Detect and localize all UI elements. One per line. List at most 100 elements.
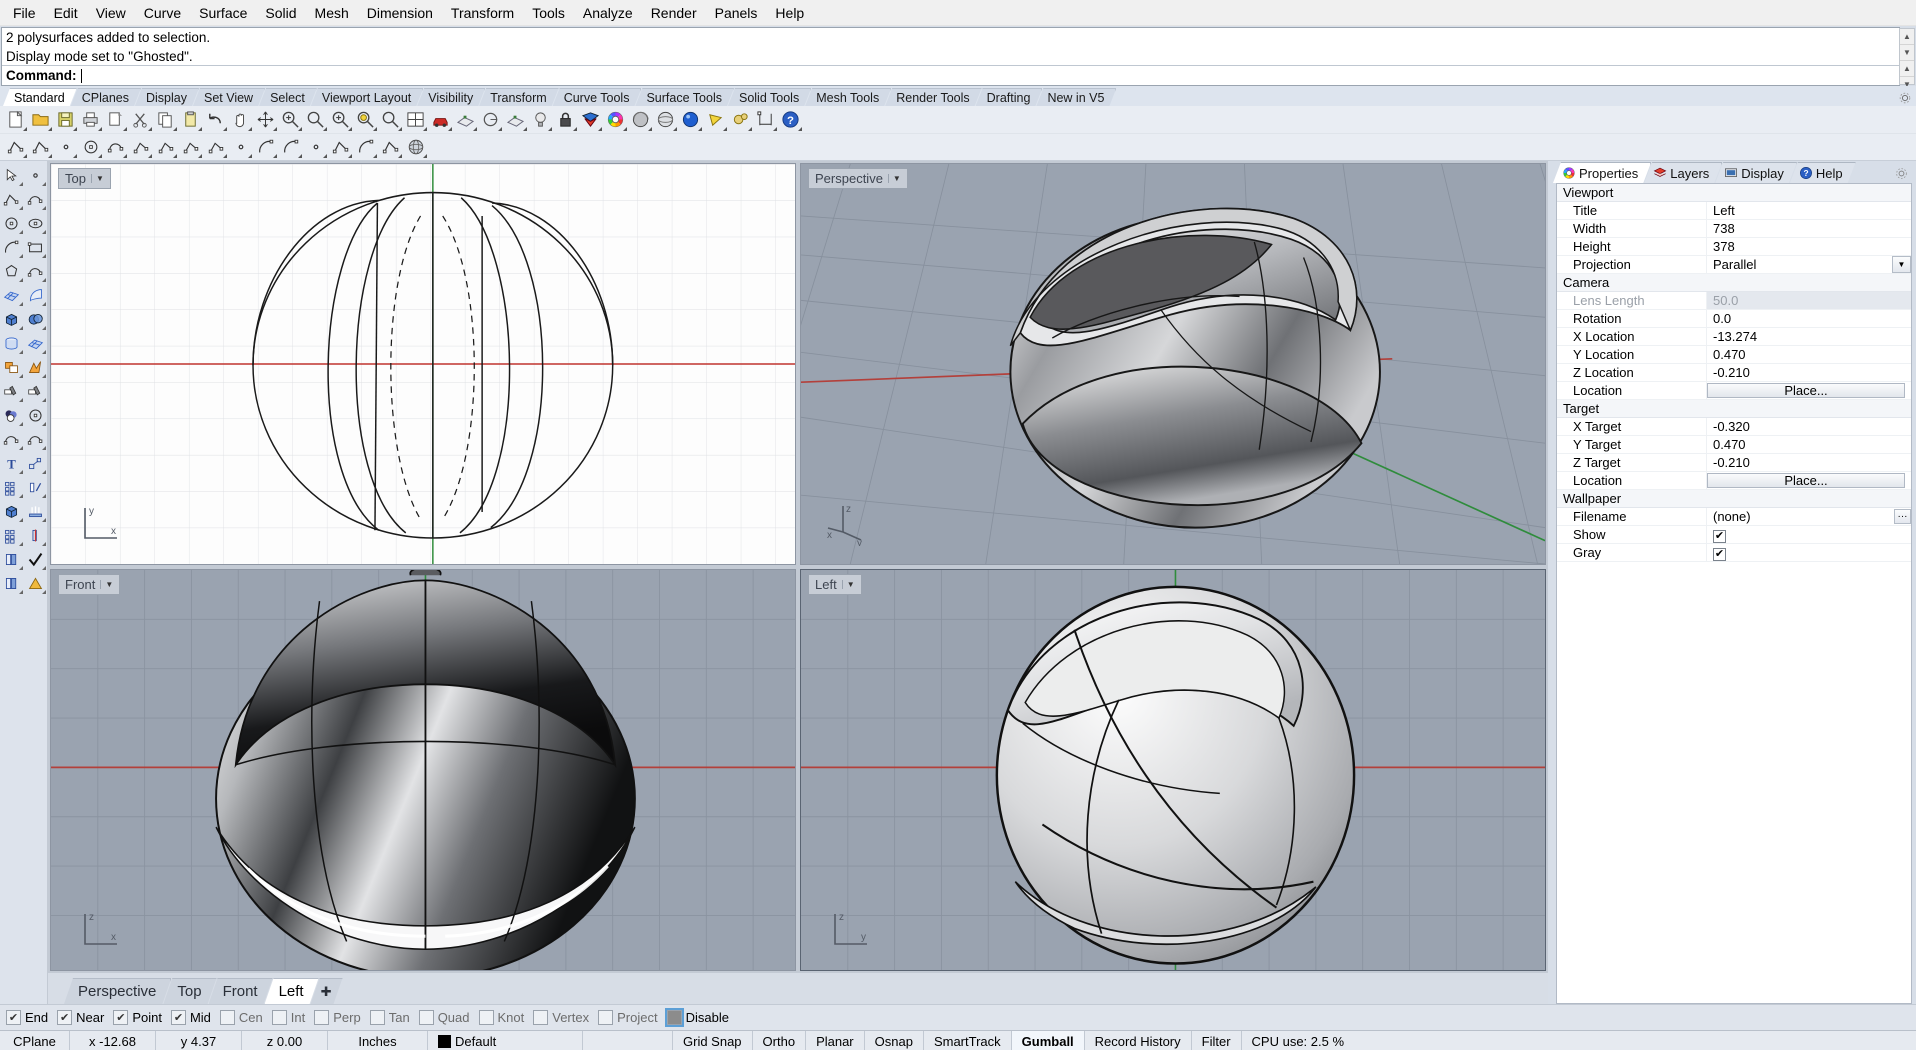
lock-button[interactable] [553,108,578,132]
render-gold-tool[interactable] [24,571,48,595]
fillet-curve-tool[interactable] [0,427,24,451]
property-value[interactable]: Place... [1707,472,1911,489]
osnap-checkbox[interactable]: ✔ [170,1010,186,1025]
tangent-line-button[interactable] [328,135,353,159]
zoom-dynamic-button[interactable] [303,108,328,132]
property-value[interactable]: -0.320 [1707,418,1911,435]
triangle-button[interactable] [178,135,203,159]
box-tool[interactable] [0,307,24,331]
boolean-spheres-tool[interactable] [0,403,24,427]
toolbar-tab-surface-tools[interactable]: Surface Tools [635,88,734,106]
osnap-checkbox[interactable]: ✔ [6,1010,21,1025]
ellipse-tool[interactable] [24,211,48,235]
status-toggle-smarttrack[interactable]: SmartTrack [924,1031,1012,1050]
property-checkbox[interactable]: ✔ [1713,530,1726,543]
property-value[interactable]: Place... [1707,382,1911,399]
two-point-button[interactable] [228,135,253,159]
gear-icon[interactable] [1895,167,1908,180]
chevron-down-icon[interactable]: ▼ [90,174,108,183]
chevron-down-icon[interactable]: ▼ [100,580,117,589]
explode-tool[interactable] [24,355,48,379]
property-value[interactable]: (none) ··· [1707,508,1911,525]
menu-item-render[interactable]: Render [642,2,706,24]
grid-array-tool[interactable] [0,523,24,547]
curve-tool[interactable] [24,187,48,211]
mirror-tool[interactable] [24,523,48,547]
property-value[interactable]: -0.210 [1707,454,1911,471]
property-value[interactable]: 0.470 [1707,436,1911,453]
viewport-left-label[interactable]: Left ▼ [808,574,862,595]
zoom-selected-button[interactable] [353,108,378,132]
osnap-tan[interactable]: Tan [369,1010,410,1025]
osnap-checkbox[interactable]: ✔ [113,1010,129,1025]
menu-item-panels[interactable]: Panels [706,2,767,24]
viewport-front-label[interactable]: Front ▼ [58,574,121,595]
viewport-top-label[interactable]: Top ▼ [58,168,111,189]
viewport-left[interactable]: Left ▼ z y [800,569,1546,971]
status-layer[interactable]: Default [428,1031,583,1050]
osnap-checkbox[interactable] [219,1010,235,1025]
unroll-tool[interactable] [0,571,24,595]
four-view-button[interactable] [403,108,428,132]
osnap-perp[interactable]: Perp [314,1010,361,1025]
rotate-tool[interactable] [24,475,48,499]
toolbar-tab-standard[interactable]: Standard [3,88,77,106]
sphere-boolean-tool[interactable] [24,307,48,331]
extrude-up-tool[interactable] [24,499,48,523]
menu-item-edit[interactable]: Edit [45,2,87,24]
osnap-checkbox[interactable] [369,1010,385,1025]
copy-to-clipboard-button[interactable] [103,108,128,132]
property-value[interactable]: -0.210 [1707,364,1911,381]
paste-button[interactable] [178,108,203,132]
toolbar-tab-select[interactable]: Select [259,88,317,106]
chevron-down-icon[interactable]: ▼ [887,174,905,183]
toolbar-tab-set-view[interactable]: Set View [193,88,265,106]
circle-tool[interactable] [0,211,24,235]
offset-point-button[interactable] [303,135,328,159]
osnap-int[interactable]: Int [271,1010,305,1025]
viewport-tab-front[interactable]: Front [209,978,273,1004]
control-points-button[interactable] [203,135,228,159]
polygon-tool[interactable] [0,259,24,283]
zoom-window-button[interactable] [328,108,353,132]
osnap-mid[interactable]: ✔ Mid [170,1010,211,1025]
panel-tab-properties[interactable]: Properties [1553,162,1651,183]
line-2pt-button[interactable] [128,135,153,159]
menu-item-analyze[interactable]: Analyze [574,2,642,24]
menu-item-tools[interactable]: Tools [523,2,574,24]
command-input-row[interactable]: Command: [2,65,1899,85]
toolbar-tab-new-in-v5[interactable]: New in V5 [1036,88,1116,106]
print-button[interactable] [78,108,103,132]
circle-group-tool[interactable] [24,403,48,427]
panel-tab-display[interactable]: Display [1715,162,1797,183]
sphere-rendered-button[interactable] [678,108,703,132]
trim-tool[interactable] [0,379,24,403]
status-toggle-grid-snap[interactable]: Grid Snap [673,1031,753,1050]
arc-center-button[interactable] [278,135,303,159]
osnap-project[interactable]: Project [598,1010,658,1025]
scale-tool[interactable] [24,451,48,475]
toolbar-tab-transform[interactable]: Transform [479,88,559,106]
move-button[interactable] [253,108,278,132]
toolbar-tab-cplanes[interactable]: CPlanes [71,88,141,106]
viewport-tab-left[interactable]: Left [265,978,319,1004]
viewport-perspective-label[interactable]: Perspective ▼ [808,168,908,189]
closed-polyline-button[interactable] [378,135,403,159]
viewport-perspective[interactable]: Perspective ▼ z x y [800,163,1546,565]
render-preview-button[interactable] [703,108,728,132]
osnap-knot[interactable]: Knot [478,1010,524,1025]
osnap-disable[interactable]: Disable [664,1008,729,1027]
point-tool[interactable] [24,163,48,187]
surface-grid-tool[interactable] [0,283,24,307]
toolbar-tab-viewport-layout[interactable]: Viewport Layout [311,88,423,106]
color-wheel-button[interactable] [603,108,628,132]
viewport-tab-perspective[interactable]: Perspective [64,978,171,1004]
axis-curve-button[interactable] [103,135,128,159]
osnap-end[interactable]: ✔ End [6,1010,48,1025]
menu-item-transform[interactable]: Transform [442,2,523,24]
viewport-tab-top[interactable]: Top [163,978,216,1004]
free-curve-tool[interactable] [24,259,48,283]
osnap-checkbox[interactable] [478,1010,494,1025]
property-value[interactable]: Left [1707,202,1911,219]
menu-item-solid[interactable]: Solid [256,2,305,24]
